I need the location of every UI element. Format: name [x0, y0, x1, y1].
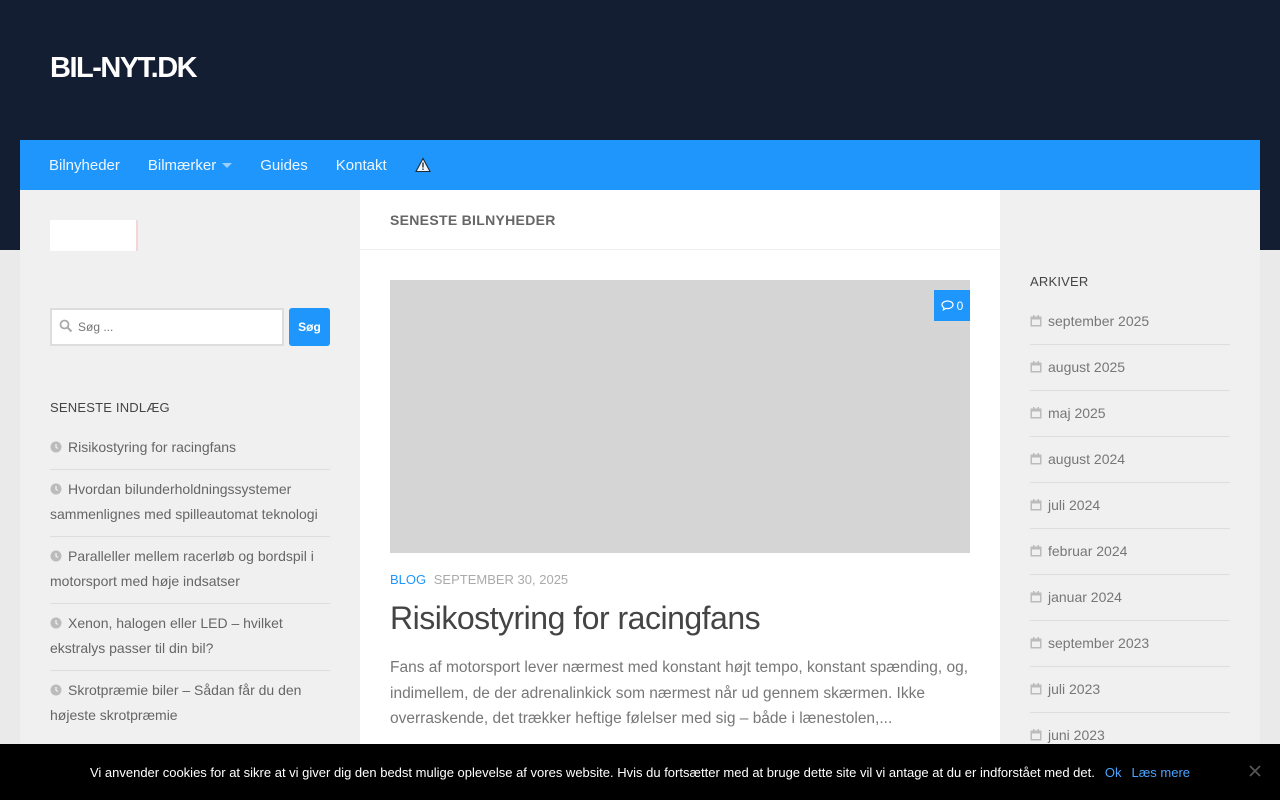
cookie-ok-button[interactable]: Ok — [1105, 765, 1122, 780]
archive-link[interactable]: maj 2025 — [1048, 405, 1106, 421]
clock-icon — [50, 617, 62, 629]
clock-icon — [50, 550, 62, 562]
list-item[interactable]: august 2025 — [1030, 345, 1230, 391]
post-excerpt: Fans af motorsport lever nærmest med kon… — [390, 659, 969, 727]
recent-post-link[interactable]: Risikostyring for racingfans — [68, 439, 236, 455]
list-item[interactable]: maj 2025 — [1030, 391, 1230, 437]
calendar-icon — [1030, 361, 1042, 373]
recent-post-link[interactable]: Hvordan bilunderholdningssystemer sammen… — [50, 481, 318, 522]
list-item[interactable]: september 2023 — [1030, 621, 1230, 667]
comment-count: 0 — [956, 298, 964, 313]
main-header: SENESTE BILNYHEDER — [360, 190, 1000, 250]
post-category[interactable]: BLOG — [390, 572, 426, 587]
list-item[interactable]: Paralleller mellem racerløb og bordspil … — [50, 537, 330, 604]
list-item[interactable]: august 2024 — [1030, 437, 1230, 483]
recent-posts-title: SENESTE INDLÆG — [50, 400, 170, 415]
list-item[interactable]: Hvordan bilunderholdningssystemer sammen… — [50, 470, 330, 537]
archives-list: september 2025 august 2025 maj 2025 augu… — [1030, 299, 1230, 759]
calendar-icon — [1030, 315, 1042, 327]
nav-item-guides[interactable]: Guides — [246, 140, 322, 190]
archive-link[interactable]: september 2023 — [1048, 635, 1149, 651]
nav-item-warning[interactable] — [401, 140, 445, 190]
right-sidebar: ARKIVER september 2025 august 2025 maj 2… — [1000, 190, 1260, 800]
close-icon[interactable] — [1248, 764, 1262, 778]
calendar-icon — [1030, 683, 1042, 695]
search-input[interactable] — [50, 308, 284, 346]
list-item[interactable]: Skrotpræmie biler – Sådan får du den høj… — [50, 671, 330, 737]
post-thumbnail[interactable]: 0 — [390, 280, 970, 553]
archive-link[interactable]: august 2024 — [1048, 451, 1125, 467]
list-item[interactable]: juli 2024 — [1030, 483, 1230, 529]
caret-down-icon — [222, 162, 233, 168]
nav-item-bilnyheder[interactable]: Bilnyheder — [35, 140, 134, 190]
cookie-text: Vi anvender cookies for at sikre at vi g… — [89, 764, 1095, 780]
post-date: SEPTEMBER 30, 2025 — [433, 572, 569, 587]
list-item[interactable]: september 2025 — [1030, 299, 1230, 345]
left-sidebar: Søg SENESTE INDLÆG Risikostyring for rac… — [20, 190, 360, 800]
main-nav: Bilnyheder Bilmærker Guides Kontakt — [20, 140, 1260, 190]
recent-post-link[interactable]: Xenon, halogen eller LED – hvilket ekstr… — [50, 615, 283, 656]
clock-icon — [50, 441, 62, 453]
archives-title: ARKIVER — [1030, 274, 1089, 289]
cookie-read-more-link[interactable]: Læs mere — [1132, 765, 1191, 780]
archive-link[interactable]: juli 2023 — [1048, 681, 1100, 697]
cookie-notice: Vi anvender cookies for at sikre at vi g… — [0, 744, 1280, 800]
search-button[interactable]: Søg — [289, 308, 330, 346]
list-item[interactable]: Risikostyring for racingfans — [50, 428, 330, 470]
calendar-icon — [1030, 407, 1042, 419]
archive-link[interactable]: februar 2024 — [1048, 543, 1127, 559]
calendar-icon — [1030, 591, 1042, 603]
recent-post-link[interactable]: Skrotpræmie biler – Sådan får du den høj… — [50, 682, 301, 723]
search-form: Søg — [50, 308, 330, 346]
main-content: SENESTE BILNYHEDER 0 BLOG SEPTEMBER 30, … — [360, 190, 1000, 800]
archive-link[interactable]: juni 2023 — [1048, 727, 1105, 743]
warning-icon — [414, 157, 431, 173]
clock-icon — [50, 483, 62, 495]
page-title: SENESTE BILNYHEDER — [390, 212, 556, 228]
post-title[interactable]: Risikostyring for racingfans — [390, 600, 761, 637]
calendar-icon — [1030, 499, 1042, 511]
list-item[interactable]: januar 2024 — [1030, 575, 1230, 621]
nav-item-kontakt[interactable]: Kontakt — [322, 140, 401, 190]
nav-item-label: Bilmærker — [147, 156, 217, 174]
clock-icon — [50, 684, 62, 696]
search-icon — [59, 319, 73, 333]
comment-icon — [941, 300, 954, 311]
archive-link[interactable]: september 2025 — [1048, 313, 1149, 329]
calendar-icon — [1030, 453, 1042, 465]
calendar-icon — [1030, 729, 1042, 741]
comment-count-badge[interactable]: 0 — [934, 290, 970, 321]
archive-link[interactable]: januar 2024 — [1048, 589, 1122, 605]
list-item[interactable]: Xenon, halogen eller LED – hvilket ekstr… — [50, 604, 330, 671]
site-title[interactable]: BIL-NYT.DK — [50, 52, 198, 85]
nav-item-bilmaerker[interactable]: Bilmærker — [134, 140, 246, 190]
calendar-icon — [1030, 545, 1042, 557]
ad-image[interactable] — [50, 220, 138, 251]
post-meta: BLOG SEPTEMBER 30, 2025 — [390, 572, 568, 587]
recent-post-link[interactable]: Paralleller mellem racerløb og bordspil … — [50, 548, 314, 589]
archive-link[interactable]: juli 2024 — [1048, 497, 1100, 513]
recent-posts-list: Risikostyring for racingfans Hvordan bil… — [50, 428, 330, 737]
calendar-icon — [1030, 637, 1042, 649]
list-item[interactable]: juli 2023 — [1030, 667, 1230, 713]
list-item[interactable]: februar 2024 — [1030, 529, 1230, 575]
archive-link[interactable]: august 2025 — [1048, 359, 1125, 375]
